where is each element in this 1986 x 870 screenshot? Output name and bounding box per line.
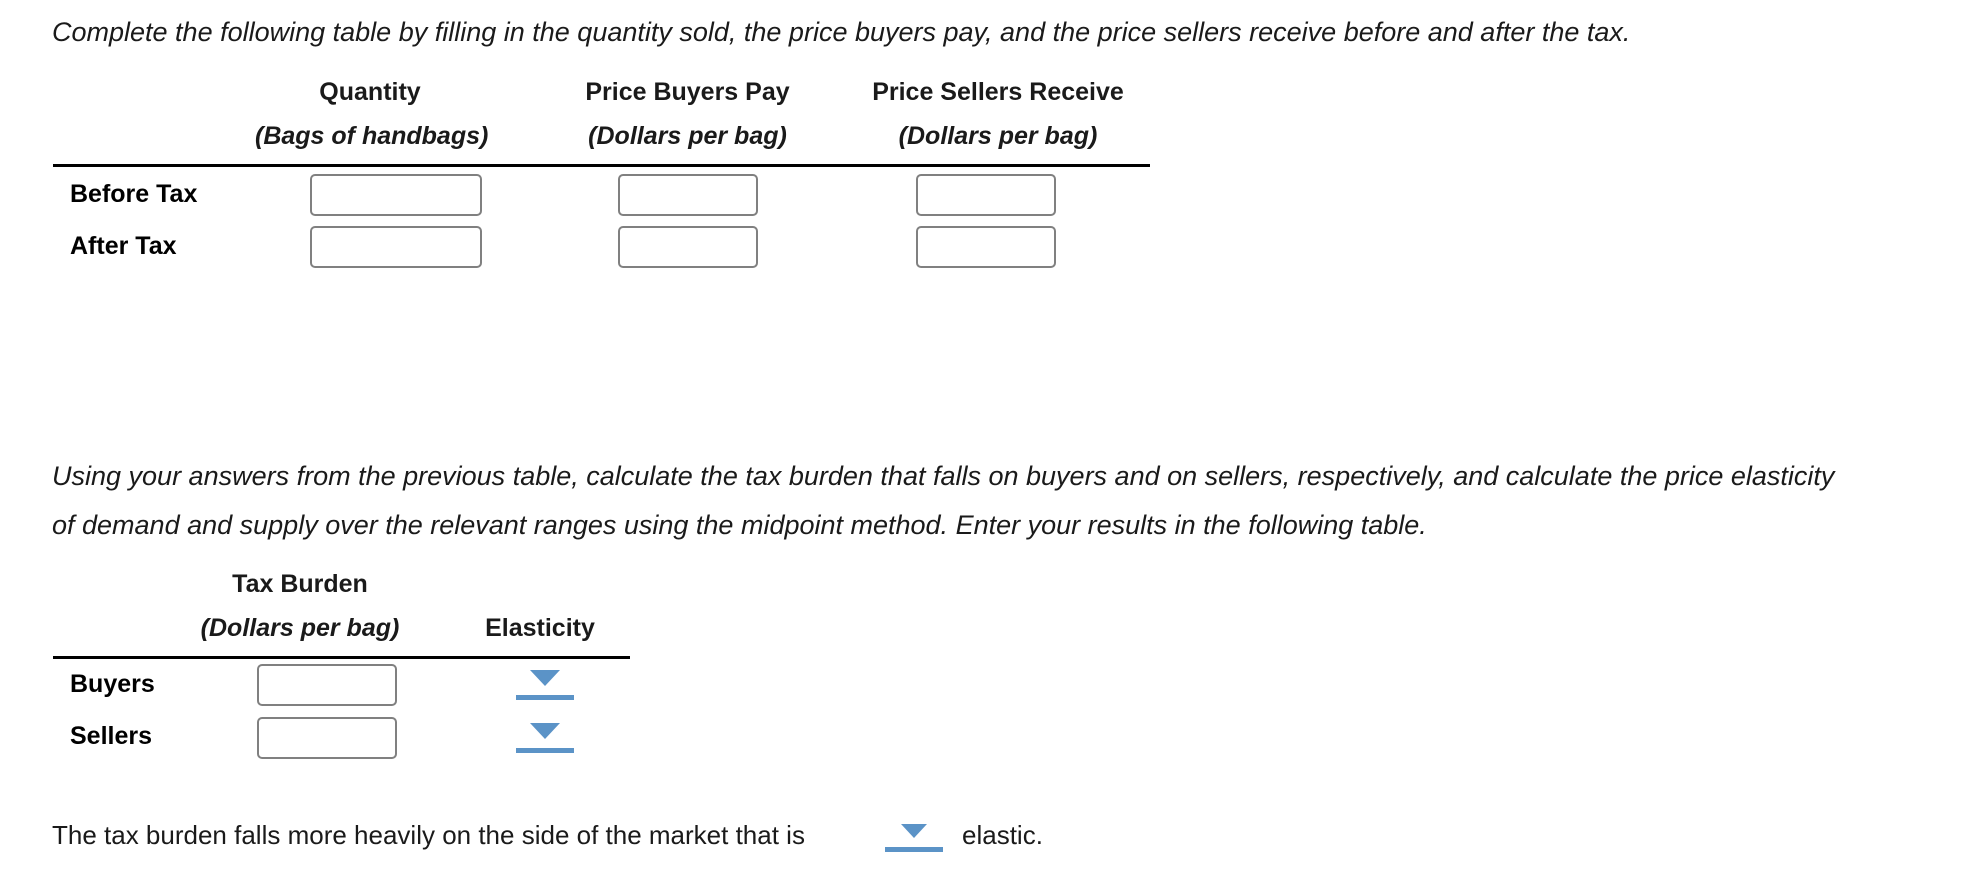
second-instruction-line2: of demand and supply over the relevant r…	[52, 510, 1427, 540]
conclusion-text-before-dropdown: The tax burden falls more heavily on the…	[52, 820, 805, 850]
table2-row-label-buyers: Buyers	[70, 670, 155, 698]
table1-row-label-before-tax: Before Tax	[70, 180, 198, 208]
dropdown-buyers-elasticity[interactable]	[516, 666, 574, 700]
dropdown-underline	[516, 748, 574, 753]
table1-header-price-sellers-receive-title: Price Sellers Receive	[872, 78, 1124, 106]
table1-header-quantity-title: Quantity	[319, 78, 421, 106]
dropdown-underline	[516, 695, 574, 700]
input-buyers-tax-burden[interactable]	[257, 664, 397, 706]
intro-instruction-text: Complete the following table by filling …	[52, 17, 1631, 47]
dropdown-sellers-elasticity[interactable]	[516, 719, 574, 753]
table2-header-tax-burden-unit: (Dollars per bag)	[200, 614, 400, 642]
table1-header-price-sellers-receive-unit: (Dollars per bag)	[898, 122, 1098, 150]
table2-header-elasticity-title: Elasticity	[485, 614, 595, 642]
table2-row-label-sellers: Sellers	[70, 722, 153, 750]
chevron-down-icon	[901, 824, 927, 838]
input-after-tax-price-buyers-pay[interactable]	[618, 226, 758, 268]
input-sellers-tax-burden[interactable]	[257, 717, 397, 759]
table2-header-divider	[53, 656, 630, 659]
table1-header-price-buyers-pay-title: Price Buyers Pay	[585, 78, 790, 106]
conclusion-text-after-dropdown: elastic.	[962, 820, 1043, 850]
dropdown-underline	[885, 847, 943, 852]
dropdown-market-side-elasticity[interactable]	[885, 822, 943, 852]
input-before-tax-price-sellers-receive[interactable]	[916, 174, 1056, 216]
table2-header-tax-burden-title: Tax Burden	[232, 570, 368, 598]
table1-header-price-buyers-pay-unit: (Dollars per bag)	[588, 122, 787, 150]
chevron-down-icon	[530, 670, 560, 686]
second-instruction-line1: Using your answers from the previous tab…	[52, 461, 1835, 491]
input-after-tax-price-sellers-receive[interactable]	[916, 226, 1056, 268]
input-before-tax-quantity[interactable]	[310, 174, 482, 216]
input-before-tax-price-buyers-pay[interactable]	[618, 174, 758, 216]
table1-row-label-after-tax: After Tax	[70, 232, 177, 260]
table1-header-divider	[53, 164, 1150, 167]
chevron-down-icon	[530, 723, 560, 739]
table1-header-quantity-unit: (Bags of handbags)	[255, 122, 489, 150]
input-after-tax-quantity[interactable]	[310, 226, 482, 268]
